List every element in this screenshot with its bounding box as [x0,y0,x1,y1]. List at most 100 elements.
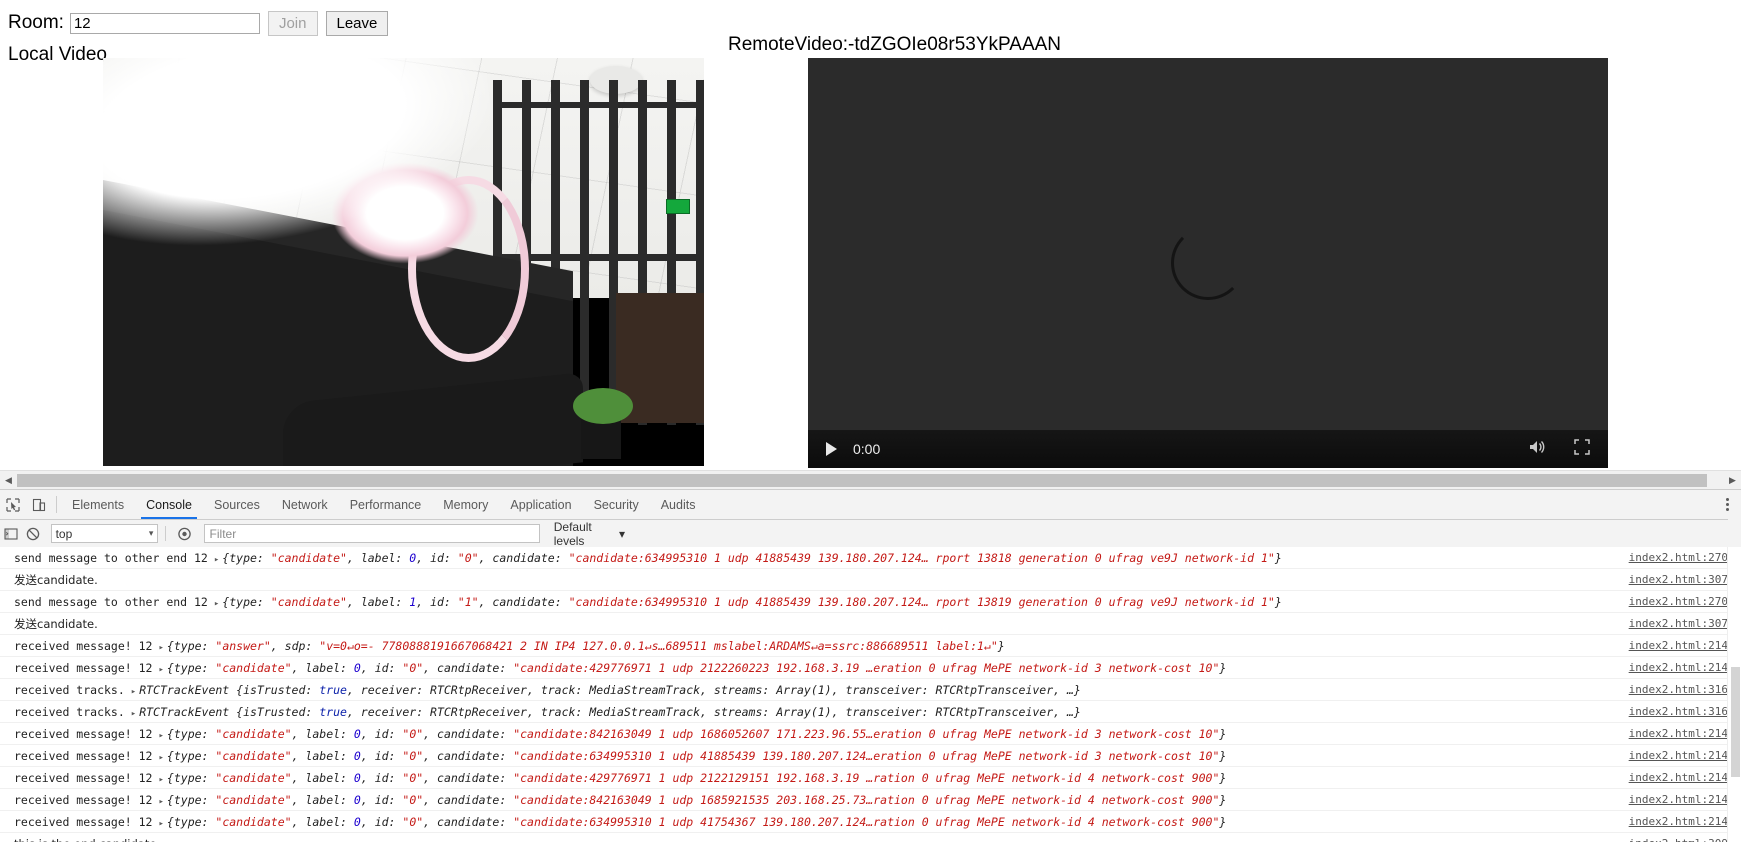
tab-security[interactable]: Security [583,490,650,519]
console-source-link[interactable]: index2.html:214 [1629,723,1728,744]
clear-console-icon[interactable] [22,520,44,547]
console-value-part: , [423,727,438,741]
expand-triangle-icon[interactable]: ▸ [158,747,163,766]
console-source-link[interactable]: index2.html:270 [1629,591,1728,612]
execution-context-select[interactable]: top ▾ [50,524,159,543]
console-row-prefix: received message! 12 [14,793,153,807]
console-value-part: , [423,771,438,785]
console-source-link[interactable]: index2.html:270 [1629,547,1728,568]
volume-icon[interactable] [1528,439,1546,460]
expand-triangle-icon[interactable]: ▸ [158,813,163,832]
console-filter-bar: top ▾ Default levels ▾ [0,520,1741,548]
video-controls-bar[interactable]: 0:00 [808,430,1608,468]
tab-memory[interactable]: Memory [432,490,499,519]
inspect-element-icon[interactable] [0,490,26,519]
console-source-link[interactable]: index2.html:307 [1629,569,1728,590]
page-horizontal-scrollbar[interactable]: ◀ ▶ [0,470,1741,489]
console-source-link[interactable]: index2.html:214 [1629,789,1728,810]
console-row[interactable]: received tracks. ▸ RTCTrackEvent {isTruste… [0,679,1741,701]
tab-performance[interactable]: Performance [339,490,433,519]
tab-sources[interactable]: Sources [203,490,271,519]
join-button[interactable]: Join [267,10,318,36]
console-row[interactable]: 发送candidate. index2.html:307 [0,569,1741,591]
scrollbar-track[interactable] [17,471,1724,489]
console-value-part: { [166,661,174,675]
console-value-part: { [166,727,174,741]
console-source-link[interactable]: index2.html:307 [1629,613,1728,634]
console-row[interactable]: received message! 12 ▸ {type: "candidate",… [0,789,1741,811]
console-row[interactable]: received message! 12 ▸ {type: "candidate",… [0,745,1741,767]
devtools-toolbar-right [1705,490,1741,519]
console-value-part: , receiver: RTCRtpReceiver, track: Media… [346,683,1081,697]
fullscreen-icon[interactable] [1574,438,1590,460]
console-row[interactable]: send message to other end 12 ▸ {type: "can… [0,591,1741,613]
play-icon[interactable] [826,442,837,456]
expand-triangle-icon[interactable]: ▸ [158,791,163,810]
log-levels-select[interactable]: Default levels ▾ [554,520,625,548]
expand-triangle-icon[interactable]: ▸ [158,637,163,656]
expand-triangle-icon[interactable]: ▸ [158,725,163,744]
expand-triangle-icon[interactable]: ▸ [214,549,219,568]
console-value-part: "candidate" [215,749,292,763]
expand-triangle-icon[interactable]: ▸ [214,593,219,612]
console-row[interactable]: received tracks. ▸ RTCTrackEvent {isTruste… [0,701,1741,723]
console-source-link[interactable]: index2.html:214 [1629,811,1728,832]
console-source-link[interactable]: index2.html:316 [1629,701,1728,722]
console-value-part: label: [305,727,354,741]
console-filter-input[interactable] [203,524,540,543]
console-row[interactable]: received message! 12 ▸ {type: "candidate",… [0,767,1741,789]
console-scrollbar-thumb[interactable] [1731,667,1740,777]
devtools-scroll-gutter [1728,519,1741,547]
expand-triangle-icon[interactable]: ▸ [158,659,163,678]
console-value-part: , [416,551,431,565]
local-video-fence-rail-top [493,102,704,108]
console-value-part: "candidate:634995310 1 udp 41754367 139.… [513,815,1220,829]
expand-triangle-icon[interactable]: ▸ [131,703,136,722]
console-source-link[interactable]: index2.html:214 [1629,745,1728,766]
leave-button[interactable]: Leave [325,10,389,36]
console-value-part: , [270,639,285,653]
console-row-prefix: received message! 12 [14,661,153,675]
console-value-part: "candidate" [215,815,292,829]
console-value-part: , [360,771,375,785]
console-row[interactable]: 发送candidate. index2.html:307 [0,613,1741,635]
more-options-icon[interactable] [1714,498,1741,511]
device-toolbar-icon[interactable] [26,490,52,519]
console-value-part: id: [374,793,403,807]
console-sidebar-icon[interactable] [0,520,22,547]
console-value-part: } [1219,749,1227,763]
console-value-part: "0" [402,793,424,807]
console-row[interactable]: received message! 12 ▸ {type: "candidate",… [0,811,1741,833]
tab-network[interactable]: Network [271,490,339,519]
console-value-part: { [166,793,174,807]
scroll-left-arrow-icon[interactable]: ◀ [0,471,17,489]
live-expression-icon[interactable] [173,520,195,547]
console-row[interactable]: send message to other end 12 ▸ {type: "can… [0,547,1741,569]
remote-video-player[interactable]: 0:00 [808,58,1608,468]
console-source-link[interactable]: index2.html:214 [1629,657,1728,678]
console-source-link[interactable]: index2.html:214 [1629,767,1728,788]
console-value-part: "candidate" [215,727,292,741]
console-row[interactable]: received message! 12 ▸ {type: "candidate",… [0,657,1741,679]
expand-triangle-icon[interactable]: ▸ [158,769,163,788]
expand-triangle-icon[interactable]: ▸ [131,681,136,700]
console-rows-container: send message to other end 12 ▸ {type: "can… [0,547,1741,842]
console-source-link[interactable]: index2.html:214 [1629,635,1728,656]
scroll-right-arrow-icon[interactable]: ▶ [1724,471,1741,489]
local-video-player[interactable] [103,58,704,466]
console-value-part: "candidate" [270,551,347,565]
tab-application[interactable]: Application [499,490,582,519]
tab-audits[interactable]: Audits [650,490,707,519]
tab-console[interactable]: Console [135,490,203,519]
tab-elements[interactable]: Elements [61,490,135,519]
room-input[interactable] [69,12,260,34]
console-source-link[interactable]: index2.html:316 [1629,679,1728,700]
console-vertical-scrollbar[interactable] [1727,547,1741,842]
console-row-prefix: send message to other end 12 [14,551,208,565]
chevron-down-icon-levels: ▾ [618,526,625,541]
console-row[interactable]: received message! 12 ▸ {type: "answer", sd… [0,635,1741,657]
console-value-part: type: [173,749,216,763]
console-row-prefix: received message! 12 [14,639,153,653]
scrollbar-thumb[interactable] [17,473,1707,487]
console-row[interactable]: received message! 12 ▸ {type: "candidate",… [0,723,1741,745]
